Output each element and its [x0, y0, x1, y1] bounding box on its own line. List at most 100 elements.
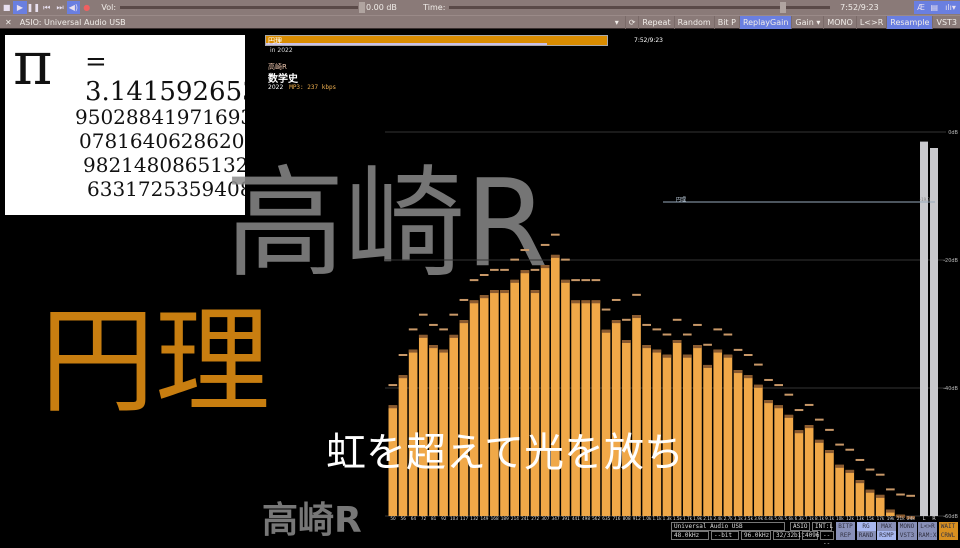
bar-cap — [459, 320, 469, 324]
spectrum-bar — [723, 354, 733, 516]
x-tick-label: 103 — [450, 516, 458, 521]
y-tick-label: 0dB — [948, 130, 958, 136]
status-button-wait[interactable]: WAIT — [938, 522, 958, 531]
spectrum-bar — [794, 430, 804, 516]
status-button-ramx[interactable]: RAM:X — [918, 531, 937, 540]
status-button-vst3[interactable]: VST3 — [897, 531, 917, 540]
bar-cap — [429, 345, 438, 349]
bar-cap — [886, 509, 895, 513]
x-tick-label: 50 — [390, 516, 396, 521]
status-button-rg[interactable]: RG — [856, 522, 876, 531]
bar-cap — [865, 489, 875, 493]
peak-marker — [835, 443, 844, 446]
x-tick-label: 4.4k — [764, 516, 774, 521]
status-button-rand[interactable]: RAND — [856, 531, 876, 540]
bar-cap — [814, 439, 824, 443]
peak-marker — [886, 488, 895, 491]
spectrum-bar — [693, 345, 702, 516]
title-marker-value: -19.3 — [920, 197, 931, 202]
status-button-rsmp[interactable]: RSMP — [877, 531, 896, 540]
peak-marker — [388, 384, 398, 387]
x-tick-label: 635 — [602, 516, 610, 521]
spectrum-bar — [591, 300, 601, 516]
bar-cap — [479, 295, 489, 299]
bar-cap — [540, 265, 550, 269]
bar-cap — [723, 354, 733, 358]
x-tick-label: 149 — [480, 516, 488, 521]
status-driver: ASIO — [790, 522, 810, 531]
peak-marker — [571, 279, 580, 282]
spectrum-bar — [713, 349, 723, 516]
x-tick-label: 562 — [592, 516, 600, 521]
x-tick-label: 391 — [562, 516, 570, 521]
peak-marker — [865, 468, 875, 471]
x-tick-label: 6.3k — [795, 516, 805, 521]
x-tick-label: 498 — [582, 516, 590, 521]
spectrum-bar — [540, 265, 550, 516]
x-tick-label: 132 — [470, 516, 478, 521]
peak-marker — [581, 279, 591, 282]
x-tick-label: 117 — [460, 516, 468, 521]
status-button-max[interactable]: MAX — [877, 522, 896, 531]
x-tick-label: 307 — [541, 516, 549, 521]
x-tick-label: 347 — [552, 516, 560, 521]
peak-marker — [784, 393, 794, 396]
spectrum-bar — [865, 489, 875, 516]
status-button-lr[interactable]: L<>R — [918, 522, 937, 531]
spectrum-bar — [449, 334, 459, 516]
x-tick-label: 241 — [521, 516, 529, 521]
bar-cap — [611, 320, 621, 324]
peak-marker — [632, 293, 641, 296]
peak-marker — [449, 313, 459, 316]
status-button-rep[interactable]: REP — [836, 531, 855, 540]
bar-cap — [418, 334, 428, 338]
spectrum-bar — [743, 375, 753, 516]
x-tick-label: 272 — [531, 516, 539, 521]
bar-cap — [743, 375, 753, 379]
peak-marker — [723, 333, 733, 336]
x-tick-label: 808 — [623, 516, 631, 521]
peak-marker — [398, 354, 408, 356]
peak-marker — [622, 318, 631, 321]
status-extra: ---- — [820, 531, 834, 547]
status-button-crwl[interactable]: CRWL — [938, 531, 958, 540]
spectrum-bar — [672, 340, 682, 516]
bar-cap — [855, 480, 865, 484]
bar-cap — [794, 430, 804, 434]
bar-cap — [550, 254, 560, 258]
x-tick-label: 1.1k — [653, 516, 663, 521]
bar-cap — [652, 349, 662, 353]
spectrum-bar — [682, 354, 692, 516]
spectrum-bar — [733, 370, 743, 516]
status-device: Universal Audio USB — [671, 522, 785, 531]
lyric-line: 虹を超えて光を放ち — [326, 430, 684, 476]
bar-cap — [693, 345, 702, 349]
peak-marker — [561, 258, 570, 261]
spectrum-bar — [510, 279, 519, 516]
peak-marker — [672, 318, 682, 321]
status-bits-out: 32/32bit — [773, 531, 805, 540]
peak-marker — [642, 323, 651, 326]
spectrum-bar — [622, 340, 631, 516]
spectrum-bar — [418, 334, 428, 516]
spectrum-bar — [550, 254, 560, 516]
bar-cap — [408, 349, 418, 353]
peak-marker — [743, 354, 753, 356]
spectrum-bar — [490, 290, 499, 516]
bar-cap — [449, 334, 459, 338]
peak-marker — [520, 249, 530, 252]
x-tick-label: 24k — [907, 516, 915, 521]
peak-marker — [682, 333, 692, 336]
x-tick-label: 12k — [846, 516, 854, 521]
peak-marker — [510, 258, 519, 261]
peak-marker — [429, 323, 438, 326]
bar-cap — [703, 364, 712, 368]
peak-marker — [611, 298, 621, 301]
x-tick-label: 21k — [897, 516, 905, 521]
status-button-bitp[interactable]: BITP — [836, 522, 855, 531]
peak-marker — [875, 473, 885, 476]
peak-marker — [418, 313, 428, 316]
status-buffer: 4096 — [802, 531, 819, 540]
x-tick-label: 214 — [511, 516, 519, 521]
status-button-mono[interactable]: MONO — [897, 522, 917, 531]
